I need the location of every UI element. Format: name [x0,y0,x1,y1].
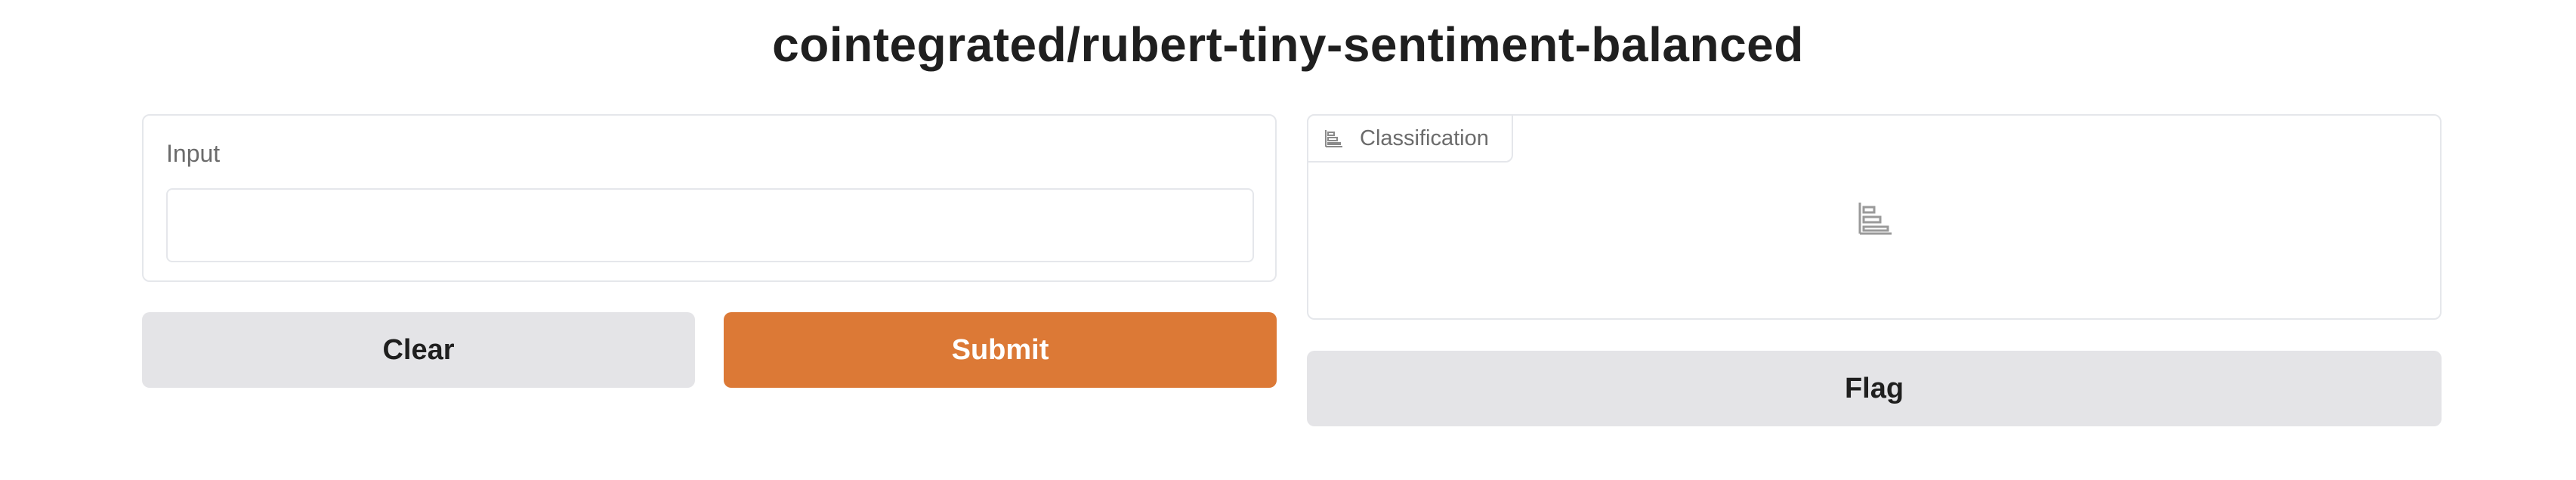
classification-output-panel: Classification [1307,114,2442,320]
submit-button[interactable]: Submit [724,312,1277,388]
page-title: cointegrated/rubert-tiny-sentiment-balan… [772,17,1804,72]
output-tab-label: Classification [1360,125,1489,150]
bar-chart-icon [1324,129,1343,148]
clear-button[interactable]: Clear [142,312,695,388]
input-textbox[interactable] [166,188,1254,262]
input-panel: Input [142,114,1277,282]
output-tab: Classification [1307,114,1513,163]
input-label: Input [166,140,221,167]
bar-chart-placeholder-icon [1856,200,1892,237]
flag-button[interactable]: Flag [1307,351,2442,426]
